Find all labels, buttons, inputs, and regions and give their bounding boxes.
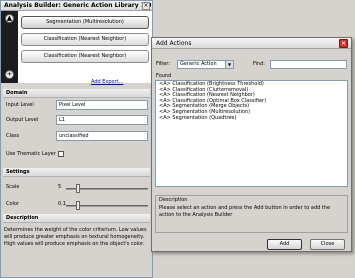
close-icon[interactable]: ×	[339, 39, 348, 48]
class-field[interactable]: unclassified	[56, 131, 148, 141]
add-actions-titlebar[interactable]: Add Actions ×	[152, 38, 351, 49]
up-arrow-icon[interactable]: ▲	[5, 14, 14, 23]
input-level-label: Input Level	[6, 102, 34, 108]
color-label: Color	[6, 201, 20, 207]
action-item[interactable]: Classification (Nearest Neighbor)	[21, 33, 149, 46]
close-icon[interactable]: ×	[142, 2, 150, 10]
add-export-link[interactable]: Add Export...	[91, 79, 123, 85]
plus-icon[interactable]: +	[5, 70, 14, 79]
action-item[interactable]: Segmentation (Multiresolution)	[21, 16, 149, 29]
class-label: Class	[6, 133, 20, 139]
description-box: Description Please select an action and …	[155, 195, 348, 233]
action-item[interactable]: Classification (Nearest Neighbor)	[21, 50, 149, 63]
scale-value: 5	[58, 184, 62, 190]
input-level-field[interactable]: Pixel Level	[56, 100, 148, 110]
description-text: Determines the weight of the color crite…	[4, 227, 147, 247]
add-button[interactable]: Add	[267, 239, 302, 250]
add-actions-dialog: Add Actions × Filter: Generic Action ▼ F…	[151, 37, 352, 252]
output-level-field[interactable]: L1	[56, 115, 148, 125]
output-level-label: Output Level	[6, 117, 39, 123]
scale-label: Scale	[6, 184, 20, 190]
found-label: Found	[156, 73, 172, 79]
find-input[interactable]	[270, 60, 347, 69]
settings-section-header[interactable]: Settings	[3, 168, 150, 177]
find-label: Find:	[253, 61, 265, 67]
domain-section-header[interactable]: Domain	[3, 89, 150, 98]
analysis-builder-titlebar[interactable]: Analysis Builder: Generic Action Library…	[1, 1, 152, 11]
analysis-builder-title: Analysis Builder: Generic Action Library…	[4, 2, 152, 9]
color-slider-thumb[interactable]	[76, 201, 80, 210]
action-list-gutter: ▲ +	[1, 11, 18, 83]
color-value: 0.1	[58, 201, 66, 207]
found-list[interactable]: <A> Classification (Brightness Threshold…	[155, 80, 348, 187]
action-list: ▲ + Segmentation (Multiresolution) Class…	[1, 11, 152, 85]
filter-select[interactable]: Generic Action ▼	[177, 60, 234, 69]
list-item[interactable]: <A> Segmentation (Quadtree)	[159, 115, 344, 122]
description-section-header[interactable]: Description	[3, 214, 150, 223]
description-box-text: Please select an action and press the Ad…	[159, 205, 331, 218]
chevron-down-icon[interactable]: ▼	[225, 61, 233, 68]
filter-select-value: Generic Action	[180, 61, 217, 67]
dialog-title: Add Actions	[156, 40, 192, 47]
analysis-builder-window: Analysis Builder: Generic Action Library…	[0, 0, 153, 278]
description-label: Description	[159, 197, 188, 203]
filter-label: Filter:	[156, 61, 170, 67]
thematic-layer-checkbox[interactable]	[58, 151, 64, 157]
thematic-layer-label: Use Thematic Layer	[6, 151, 56, 157]
scale-slider-thumb[interactable]	[76, 184, 80, 193]
close-button[interactable]: Close	[310, 239, 345, 250]
